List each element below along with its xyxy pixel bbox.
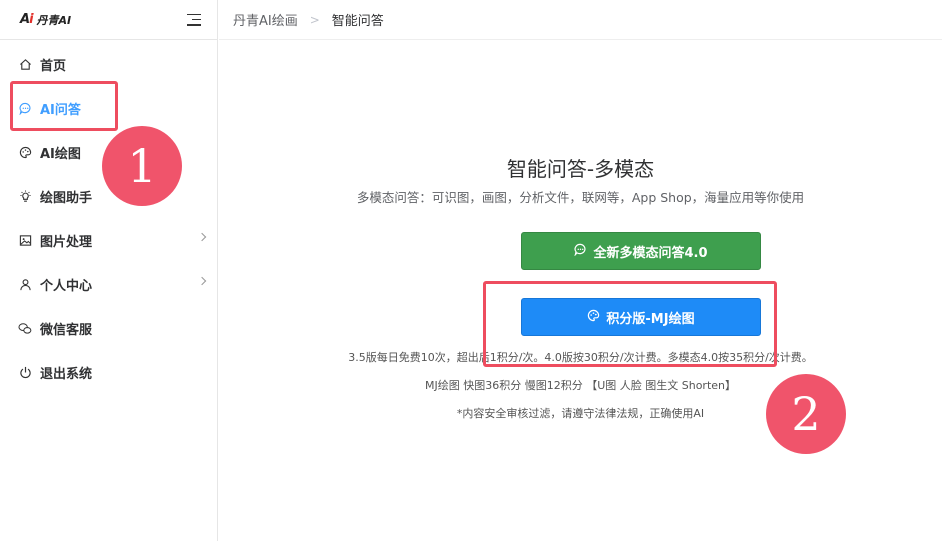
chat-bubble-icon — [574, 243, 587, 260]
annotation-highlight-box — [10, 81, 118, 131]
annotation-highlight-box — [483, 281, 777, 367]
annotation-badge: 1 — [102, 126, 182, 206]
palette-icon — [18, 145, 32, 159]
sidebar-item-label: 微信客服 — [40, 322, 93, 338]
app-logo[interactable]: Ai 丹青AI — [20, 12, 71, 28]
sidebar-item-label: AI绘图 — [40, 146, 81, 162]
sidebar-item-user-center[interactable]: 个人中心 — [0, 262, 217, 306]
page-title: 智能问答-多模态 — [506, 157, 655, 181]
chevron-right-icon — [197, 276, 207, 286]
sidebar-item-wechat-support[interactable]: 微信客服 — [0, 306, 217, 350]
sidebar-item-image-processing[interactable]: 图片处理 — [0, 218, 217, 262]
power-icon — [18, 365, 32, 379]
sidebar-item-logout[interactable]: 退出系统 — [0, 350, 217, 394]
logo-mark-icon: Ai — [20, 12, 34, 27]
breadcrumb-separator: > — [309, 12, 320, 27]
sidebar-item-label: 绘图助手 — [40, 190, 93, 206]
logo-bar: Ai 丹青AI — [0, 0, 217, 40]
sidebar-item-label: 图片处理 — [40, 234, 93, 250]
menu-collapse-icon[interactable] — [187, 13, 201, 26]
sidebar-item-label: 个人中心 — [40, 278, 93, 294]
chevron-right-icon — [197, 232, 207, 242]
breadcrumb-root[interactable]: 丹青AI绘画 — [233, 10, 298, 29]
user-icon — [18, 277, 32, 291]
logo-text: 丹青AI — [36, 13, 72, 27]
page-subtitle: 多模态问答：可识图，画图，分析文件，联网等，App Shop，海量应用等你使用 — [356, 190, 805, 205]
sidebar-item-label: 首页 — [40, 58, 67, 74]
image-icon — [18, 233, 32, 247]
annotation-badge: 2 — [766, 374, 846, 454]
wechat-icon — [18, 321, 32, 335]
sidebar-item-label: 退出系统 — [40, 366, 93, 382]
breadcrumb: 丹青AI绘画 > 智能问答 — [219, 0, 942, 40]
multimodal-qa-button[interactable]: 全新多模态问答4.0 — [521, 232, 761, 270]
button-label: 全新多模态问答4.0 — [593, 245, 708, 261]
breadcrumb-current: 智能问答 — [331, 14, 384, 29]
lightbulb-icon — [18, 189, 32, 203]
home-icon — [18, 57, 32, 71]
sidebar-item-home[interactable]: 首页 — [0, 42, 217, 86]
